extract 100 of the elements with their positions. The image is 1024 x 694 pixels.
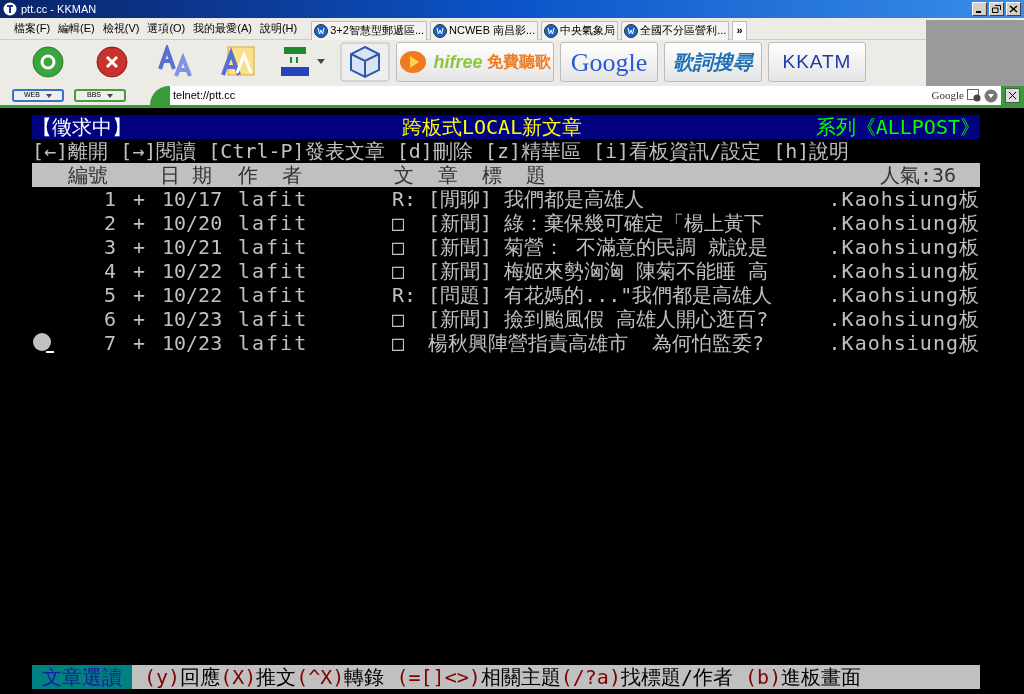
command-label: 相關主題 <box>480 665 561 689</box>
post-mark: + <box>131 235 146 259</box>
close-icon <box>1008 91 1017 100</box>
more-tabs-button[interactable]: » <box>732 20 747 40</box>
command-label: 推文 <box>256 665 297 689</box>
post-board: .Kaohsiung板 <box>828 307 980 331</box>
menu-item[interactable]: 選項(O) <box>147 20 186 37</box>
go-icon[interactable] <box>31 45 65 79</box>
menu-item[interactable]: 檔案(F) <box>14 20 51 37</box>
post-title: [新聞] 撿到颱風假 高雄人開心逛百? <box>428 307 769 331</box>
post-author: lafit <box>238 331 310 355</box>
hotkey-text: (y) <box>144 665 181 689</box>
post-prefix: □ <box>392 307 406 331</box>
post-title: [閒聊] 我們都是高雄人 <box>428 187 645 211</box>
new-window-icon[interactable] <box>967 89 981 102</box>
post-author: lafit <box>238 307 310 331</box>
page-icon <box>433 23 448 38</box>
post-mark: + <box>131 283 146 307</box>
post-board: .Kaohsiung板 <box>828 331 980 355</box>
post-mark: + <box>131 187 146 211</box>
post-mark: + <box>131 211 146 235</box>
lyrics-search-button[interactable]: 歌詞搜尋 <box>664 42 762 82</box>
bbs-html-icon[interactable] <box>278 45 328 79</box>
post-date: 10/20 <box>162 211 224 235</box>
series-label: 系列《ALLPOST》 <box>815 115 980 139</box>
browser-tab[interactable]: 全國不分區營利... <box>621 20 730 40</box>
post-number: 1 <box>102 187 116 211</box>
hotkey-text: (/?a) <box>560 665 621 689</box>
browser-tab[interactable]: NCWEB 南昌影... <box>430 20 539 40</box>
restore-icon <box>992 5 1001 13</box>
post-author: lafit <box>238 283 310 307</box>
window-title: ptt.cc - KKMAN <box>21 1 97 17</box>
app-logo-icon <box>3 2 17 16</box>
kkatm-link-button[interactable]: KKATM <box>768 42 866 82</box>
close-button[interactable] <box>1005 88 1020 103</box>
post-author: lafit <box>238 259 310 283</box>
post-prefix: □ <box>392 211 406 235</box>
menu-item[interactable]: 說明(H) <box>259 20 298 37</box>
restore-button[interactable] <box>989 2 1004 16</box>
post-author: lafit <box>238 235 310 259</box>
post-number: 5 <box>102 283 116 307</box>
post-number: 3 <box>102 235 116 259</box>
post-prefix: □ <box>392 235 406 259</box>
close-icon <box>1009 5 1018 13</box>
post-prefix: □ <box>392 331 406 355</box>
browser-tab[interactable]: 中央氣象局 <box>541 20 619 40</box>
column-header: 編號 <box>67 163 109 187</box>
command-label: 轉錄 <box>344 665 385 689</box>
page-icon <box>314 23 329 38</box>
post-date: 10/22 <box>162 259 224 283</box>
hotkey-text: (b) <box>744 665 782 689</box>
google-link-button[interactable]: Google <box>560 42 658 82</box>
post-date: 10/23 <box>162 331 224 355</box>
post-title: [問題] 有花媽的..."我們都是高雄人 <box>428 283 773 307</box>
post-prefix: □ <box>392 259 406 283</box>
post-title: [新聞] 梅姬來勢洶洶 陳菊不能睡 高 <box>428 259 769 283</box>
menu-item[interactable]: 編輯(E) <box>58 20 95 37</box>
post-prefix: R: <box>392 283 418 307</box>
post-author: lafit <box>238 187 310 211</box>
dropdown-icon[interactable] <box>984 88 998 103</box>
command-label: 回應 <box>180 665 221 689</box>
post-date: 10/23 <box>162 307 224 331</box>
post-date: 10/22 <box>162 283 224 307</box>
minimize-button[interactable] <box>972 2 987 16</box>
post-row[interactable]: 5 + 10/22 lafit R: [問題] 有花媽的..."我們都是高雄人 .Kaohsiung板 <box>32 283 980 307</box>
browser-tab[interactable]: 3+2智慧型郵遞區... <box>311 20 428 40</box>
hotkey-text: (^X) <box>296 665 345 689</box>
board-title: 跨板式LOCAL新文章 <box>402 115 583 139</box>
post-mark: + <box>131 331 146 355</box>
key-help-line: [←]離開 [→]閱讀 [Ctrl-P]發表文章 [d]刪除 [z]精華區 [i]看板資訊/設定 [h]說明 <box>32 139 851 163</box>
menu-item[interactable]: 檢視(V) <box>102 20 140 37</box>
menu-item[interactable]: 我的最愛(A) <box>193 20 252 37</box>
command-label: 進板畫面 <box>781 665 862 689</box>
address-field[interactable]: telnet://ptt.cc Google <box>170 86 1001 105</box>
cube-icon[interactable] <box>340 42 390 82</box>
command-label: 找標題/作者 <box>620 665 733 689</box>
post-board: .Kaohsiung板 <box>828 259 980 283</box>
board-status: 【徵求中】 <box>32 115 133 139</box>
mode-label: 文章選讀 <box>32 665 132 689</box>
column-header: 文 章 標 題 <box>394 163 547 187</box>
page-icon <box>624 23 639 38</box>
post-title: [新聞] 菊營： 不滿意的民調 就說是 <box>428 235 769 259</box>
column-header: 人氣:36 <box>879 163 957 187</box>
caret-icon <box>107 93 113 98</box>
post-author: lafit <box>238 211 310 235</box>
post-row[interactable]: 3 + 10/21 lafit □ [新聞] 菊營： 不滿意的民調 就說是 .Kaohsiung板 <box>32 235 980 259</box>
post-row[interactable]: 4 + 10/22 lafit □ [新聞] 梅姬來勢洶洶 陳菊不能睡 高 .Kaohsiung板 <box>32 259 980 283</box>
post-row[interactable]: 2 + 10/20 lafit □ [新聞] 綠：棄保幾可確定「楊上黃下 .Kaohsiung板 <box>32 211 980 235</box>
post-date: 10/17 <box>162 187 224 211</box>
post-row[interactable]: 1 + 10/17 lafit R: [閒聊] 我們都是高雄人 .Kaohsiung板 <box>32 187 980 211</box>
post-mark: + <box>131 307 146 331</box>
font-size-icon[interactable] <box>157 45 195 79</box>
caret-icon <box>45 93 52 98</box>
post-number: 4 <box>102 259 116 283</box>
post-row[interactable]: 6 + 10/23 lafit □ [新聞] 撿到颱風假 高雄人開心逛百? .Kaohsiung板 <box>32 307 980 331</box>
stop-icon[interactable] <box>95 45 129 79</box>
font-highlight-icon[interactable] <box>220 45 256 79</box>
post-date: 10/21 <box>162 235 224 259</box>
hotkey-text: (=[]<>) <box>395 665 481 689</box>
post-board: .Kaohsiung板 <box>828 235 980 259</box>
